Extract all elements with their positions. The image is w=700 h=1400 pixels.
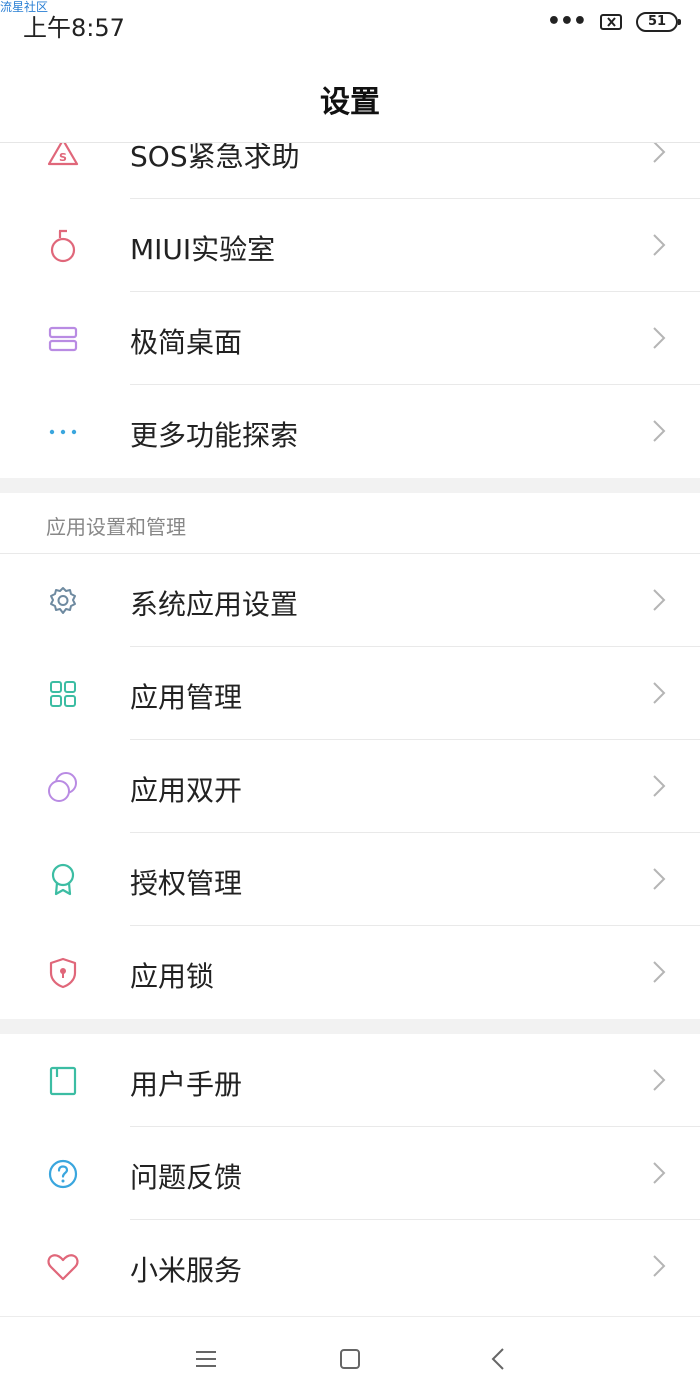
settings-item-label: 授权管理 (130, 867, 243, 900)
book-icon (44, 1063, 82, 1099)
shield-lock-icon (44, 955, 82, 991)
flask-icon (44, 228, 82, 264)
chevron-right-icon (652, 867, 666, 895)
award-badge-icon (44, 862, 82, 898)
settings-item-app-management[interactable]: 应用管理 (0, 647, 700, 740)
settings-item-more-features[interactable]: 更多功能探索 (0, 385, 700, 478)
settings-item-label: 应用锁 (130, 960, 215, 993)
chevron-right-icon (652, 1254, 666, 1282)
settings-item-label: MIUI实验室 (130, 233, 276, 266)
chevron-right-icon (652, 326, 666, 354)
chevron-right-icon (652, 774, 666, 802)
gear-icon (44, 583, 82, 619)
stacked-layout-icon (44, 321, 82, 357)
more-horizontal-icon (44, 414, 82, 450)
settings-item-mi-services[interactable]: 小米服务 (0, 1220, 700, 1313)
status-icons: ••• 51 (546, 9, 681, 34)
section-header-apps: 应用设置和管理 (0, 493, 700, 554)
settings-item-miui-lab[interactable]: MIUI实验室 (0, 199, 700, 292)
chevron-right-icon (652, 1161, 666, 1189)
settings-item-label: 应用双开 (130, 774, 243, 807)
title-bar: 设置 (0, 44, 700, 143)
status-bar: 上午8:57 ••• 51 (0, 0, 700, 44)
navigation-bar (0, 1316, 700, 1400)
settings-item-label: 应用管理 (130, 681, 243, 714)
section-divider (0, 1019, 700, 1034)
section-divider (0, 478, 700, 493)
chevron-right-icon (652, 960, 666, 988)
settings-item-label: 系统应用设置 (130, 588, 299, 621)
chevron-right-icon (652, 143, 666, 168)
no-sim-icon (600, 14, 622, 30)
menu-icon[interactable] (191, 1345, 221, 1373)
question-icon (44, 1156, 82, 1192)
settings-item-label: SOS紧急求助 (130, 143, 300, 173)
settings-list[interactable]: S SOS紧急求助 MIUI实验室 极简桌面 更多功能探索 应用设置和管理 系统… (0, 143, 700, 1316)
battery-level: 51 (647, 14, 667, 29)
settings-item-feedback[interactable]: 问题反馈 (0, 1127, 700, 1220)
battery-icon: 51 (636, 12, 681, 32)
settings-item-user-manual[interactable]: 用户手册 (0, 1034, 700, 1127)
dual-circles-icon (44, 769, 82, 805)
grid-icon (44, 676, 82, 712)
home-square-icon[interactable] (335, 1345, 365, 1373)
chevron-right-icon (652, 681, 666, 709)
settings-item-label: 用户手册 (130, 1068, 243, 1101)
sos-icon: S (44, 143, 82, 171)
settings-item-sos[interactable]: S SOS紧急求助 (0, 143, 700, 199)
settings-item-app-lock[interactable]: 应用锁 (0, 926, 700, 1019)
chevron-right-icon (652, 588, 666, 616)
heart-icon (44, 1249, 82, 1285)
settings-item-label: 小米服务 (130, 1254, 243, 1287)
watermark-text: 流星社区 (0, 0, 49, 14)
chevron-right-icon (652, 233, 666, 261)
settings-item-label: 极简桌面 (130, 326, 243, 359)
settings-item-label: 更多功能探索 (130, 419, 299, 452)
settings-item-dual-apps[interactable]: 应用双开 (0, 740, 700, 833)
settings-item-permissions[interactable]: 授权管理 (0, 833, 700, 926)
chevron-right-icon (652, 419, 666, 447)
section-header-label: 应用设置和管理 (46, 515, 186, 539)
more-dots-icon: ••• (546, 9, 587, 34)
svg-text:S: S (59, 151, 67, 164)
page-title: 设置 (320, 85, 380, 120)
back-chevron-icon[interactable] (483, 1345, 513, 1373)
settings-item-simple-launcher[interactable]: 极简桌面 (0, 292, 700, 385)
settings-item-label: 问题反馈 (130, 1161, 243, 1194)
settings-item-system-apps[interactable]: 系统应用设置 (0, 554, 700, 647)
chevron-right-icon (652, 1068, 666, 1096)
